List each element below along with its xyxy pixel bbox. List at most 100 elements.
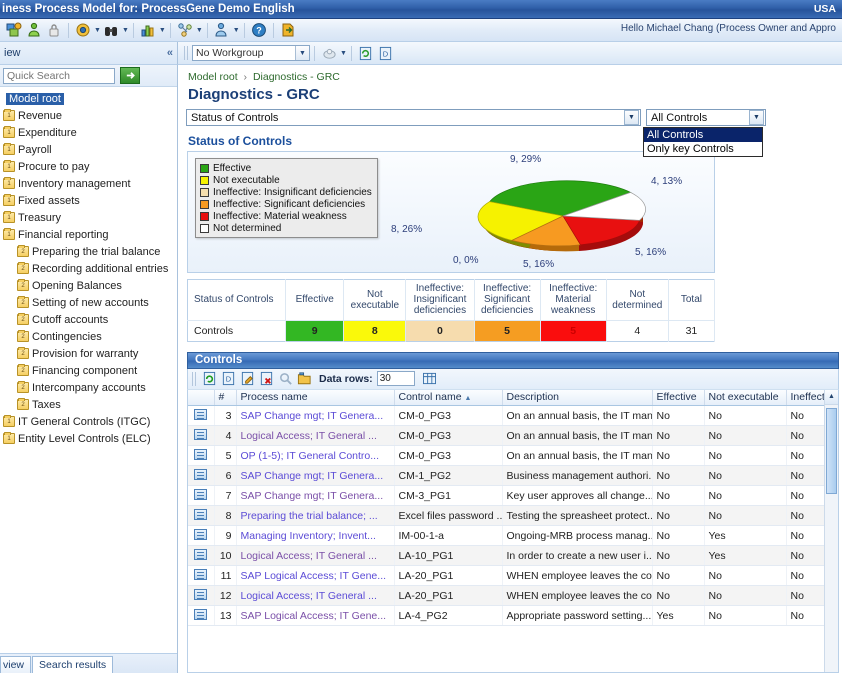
tree-item[interactable]: 2 Contingencies: [0, 328, 177, 345]
process-link[interactable]: Managing Inventory; Invent...: [241, 530, 376, 542]
table-row[interactable]: 10 Logical Access; IT General ... LA-10_PG…: [188, 545, 838, 567]
tree-item[interactable]: 1 Procure to pay: [0, 158, 177, 175]
row-detail-icon[interactable]: [188, 525, 215, 547]
cell-process-name[interactable]: Logical Access; IT General ...: [236, 425, 395, 447]
row-detail-icon[interactable]: [188, 585, 215, 607]
process-link[interactable]: Logical Access; IT General ...: [241, 550, 377, 562]
settings-gear-icon[interactable]: [74, 21, 92, 39]
tree-item[interactable]: 2 Financing component: [0, 362, 177, 379]
tree-item[interactable]: 1 Fixed assets: [0, 192, 177, 209]
tree-item[interactable]: Model root: [0, 90, 177, 107]
process-link[interactable]: SAP Change mgt; IT Genera...: [241, 470, 384, 482]
person-green-icon[interactable]: [25, 21, 43, 39]
tab-search-results[interactable]: Search results: [32, 656, 114, 673]
process-link[interactable]: Logical Access; IT General ...: [241, 590, 377, 602]
row-detail-icon[interactable]: [188, 405, 215, 427]
grid-vertical-scrollbar[interactable]: ▲: [824, 389, 838, 672]
grid-col-description[interactable]: Description: [502, 389, 653, 407]
process-link[interactable]: SAP Change mgt; IT Genera...: [241, 410, 384, 422]
tree-item[interactable]: 2 Preparing the trial balance: [0, 243, 177, 260]
workflow-icon[interactable]: [176, 21, 194, 39]
chevron-down-icon[interactable]: ▼: [295, 46, 309, 60]
dropdown-option-only-key-controls[interactable]: Only key Controls: [644, 142, 762, 156]
table-row[interactable]: 4 Logical Access; IT General ... CM-0_PG3 O…: [188, 425, 838, 447]
refresh-icon[interactable]: [201, 370, 218, 387]
cell-process-name[interactable]: Logical Access; IT General ...: [236, 585, 395, 607]
grid-col-select[interactable]: [188, 389, 215, 407]
row-detail-icon[interactable]: [188, 505, 215, 527]
workgroup-select[interactable]: No Workgroup ▼: [192, 45, 310, 61]
chevron-down-icon[interactable]: ▼: [159, 27, 166, 34]
process-link[interactable]: SAP Logical Access; IT Gene...: [241, 610, 387, 622]
data-rows-input[interactable]: [376, 371, 415, 387]
tree-item[interactable]: 2 Taxes: [0, 396, 177, 413]
tree-item[interactable]: 2 Setting of new accounts: [0, 294, 177, 311]
chevron-down-icon[interactable]: ▼: [122, 27, 129, 34]
refresh-page-icon[interactable]: [357, 44, 375, 62]
edit-icon[interactable]: [239, 370, 256, 387]
tree-item[interactable]: 1 Expenditure: [0, 124, 177, 141]
tree-item[interactable]: 2 Intercompany accounts: [0, 379, 177, 396]
grid-col-effective[interactable]: Effective: [652, 389, 705, 407]
toolbar-grip[interactable]: [184, 46, 188, 60]
cell-process-name[interactable]: Managing Inventory; Invent...: [236, 525, 395, 547]
chevron-down-icon[interactable]: ▼: [624, 110, 639, 125]
search-icon[interactable]: [277, 370, 294, 387]
scrollbar-thumb[interactable]: [826, 407, 837, 494]
tree-item[interactable]: 1 Payroll: [0, 141, 177, 158]
row-detail-icon[interactable]: [188, 445, 215, 467]
workgroup-settings-icon[interactable]: [320, 44, 338, 62]
cell-process-name[interactable]: SAP Change mgt; IT Genera...: [236, 465, 395, 487]
tree-item[interactable]: 1 Entity Level Controls (ELC): [0, 430, 177, 447]
chevron-down-icon[interactable]: ▼: [749, 110, 764, 125]
grid-col-index[interactable]: #: [214, 389, 237, 407]
table-row[interactable]: 8 Preparing the trial balance; ... Excel f…: [188, 505, 838, 527]
row-detail-icon[interactable]: [188, 565, 215, 587]
page-properties-icon[interactable]: D: [377, 44, 395, 62]
tree-item[interactable]: 1 Financial reporting: [0, 226, 177, 243]
cell-process-name[interactable]: SAP Logical Access; IT Gene...: [236, 565, 395, 587]
chevron-down-icon[interactable]: ▼: [233, 27, 240, 34]
cell-process-name[interactable]: SAP Change mgt; IT Genera...: [236, 405, 395, 427]
report-type-select[interactable]: Status of Controls ▼: [186, 109, 641, 126]
collapse-sidebar-icon[interactable]: «: [167, 47, 173, 59]
scope-select[interactable]: All Controls ▼: [646, 109, 766, 126]
tree-item[interactable]: 2 Recording additional entries: [0, 260, 177, 277]
tree-item[interactable]: 1 Inventory management: [0, 175, 177, 192]
scope-dropdown-list[interactable]: All Controls Only key Controls: [643, 127, 763, 157]
export-icon[interactable]: D: [220, 370, 237, 387]
row-detail-icon[interactable]: [188, 605, 215, 627]
grid-col-control-name[interactable]: Control name ▲: [394, 389, 503, 407]
process-link[interactable]: OP (1-5); IT General Contro...: [241, 450, 380, 462]
cell-process-name[interactable]: SAP Logical Access; IT Gene...: [236, 605, 395, 627]
tree-item[interactable]: 2 Opening Balances: [0, 277, 177, 294]
binoculars-icon[interactable]: [102, 21, 120, 39]
process-link[interactable]: SAP Logical Access; IT Gene...: [241, 570, 387, 582]
grid-col-not-executable[interactable]: Not executable: [704, 389, 787, 407]
cell-process-name[interactable]: SAP Change mgt; IT Genera...: [236, 485, 395, 507]
table-row[interactable]: 6 SAP Change mgt; IT Genera... CM-1_PG2 Bus…: [188, 465, 838, 487]
delete-icon[interactable]: [258, 370, 275, 387]
toolbar-grip[interactable]: [192, 371, 196, 386]
report-chart-icon[interactable]: [139, 21, 157, 39]
breadcrumb-root[interactable]: Model root: [188, 71, 238, 83]
dropdown-option-all-controls[interactable]: All Controls: [644, 128, 762, 142]
table-row[interactable]: 13 SAP Logical Access; IT Gene... LA-4_PG2…: [188, 605, 838, 627]
process-link[interactable]: SAP Change mgt; IT Genera...: [241, 490, 384, 502]
chevron-down-icon[interactable]: ▼: [196, 27, 203, 34]
search-input[interactable]: [3, 67, 115, 84]
row-detail-icon[interactable]: [188, 545, 215, 567]
table-row[interactable]: 12 Logical Access; IT General ... LA-20_PG…: [188, 585, 838, 607]
tree-item[interactable]: 1 Revenue: [0, 107, 177, 124]
columns-icon[interactable]: [421, 370, 438, 387]
tab-view[interactable]: view: [0, 656, 32, 673]
tree-item[interactable]: 2 Provision for warranty: [0, 345, 177, 362]
row-detail-icon[interactable]: [188, 485, 215, 507]
cell-process-name[interactable]: Preparing the trial balance; ...: [236, 505, 395, 527]
tree-item[interactable]: 1 Treasury: [0, 209, 177, 226]
user-admin-icon[interactable]: [213, 21, 231, 39]
tree-item[interactable]: 2 Cutoff accounts: [0, 311, 177, 328]
process-link[interactable]: Preparing the trial balance; ...: [241, 510, 378, 522]
tree-item[interactable]: 1 IT General Controls (ITGC): [0, 413, 177, 430]
exit-icon[interactable]: [279, 21, 297, 39]
